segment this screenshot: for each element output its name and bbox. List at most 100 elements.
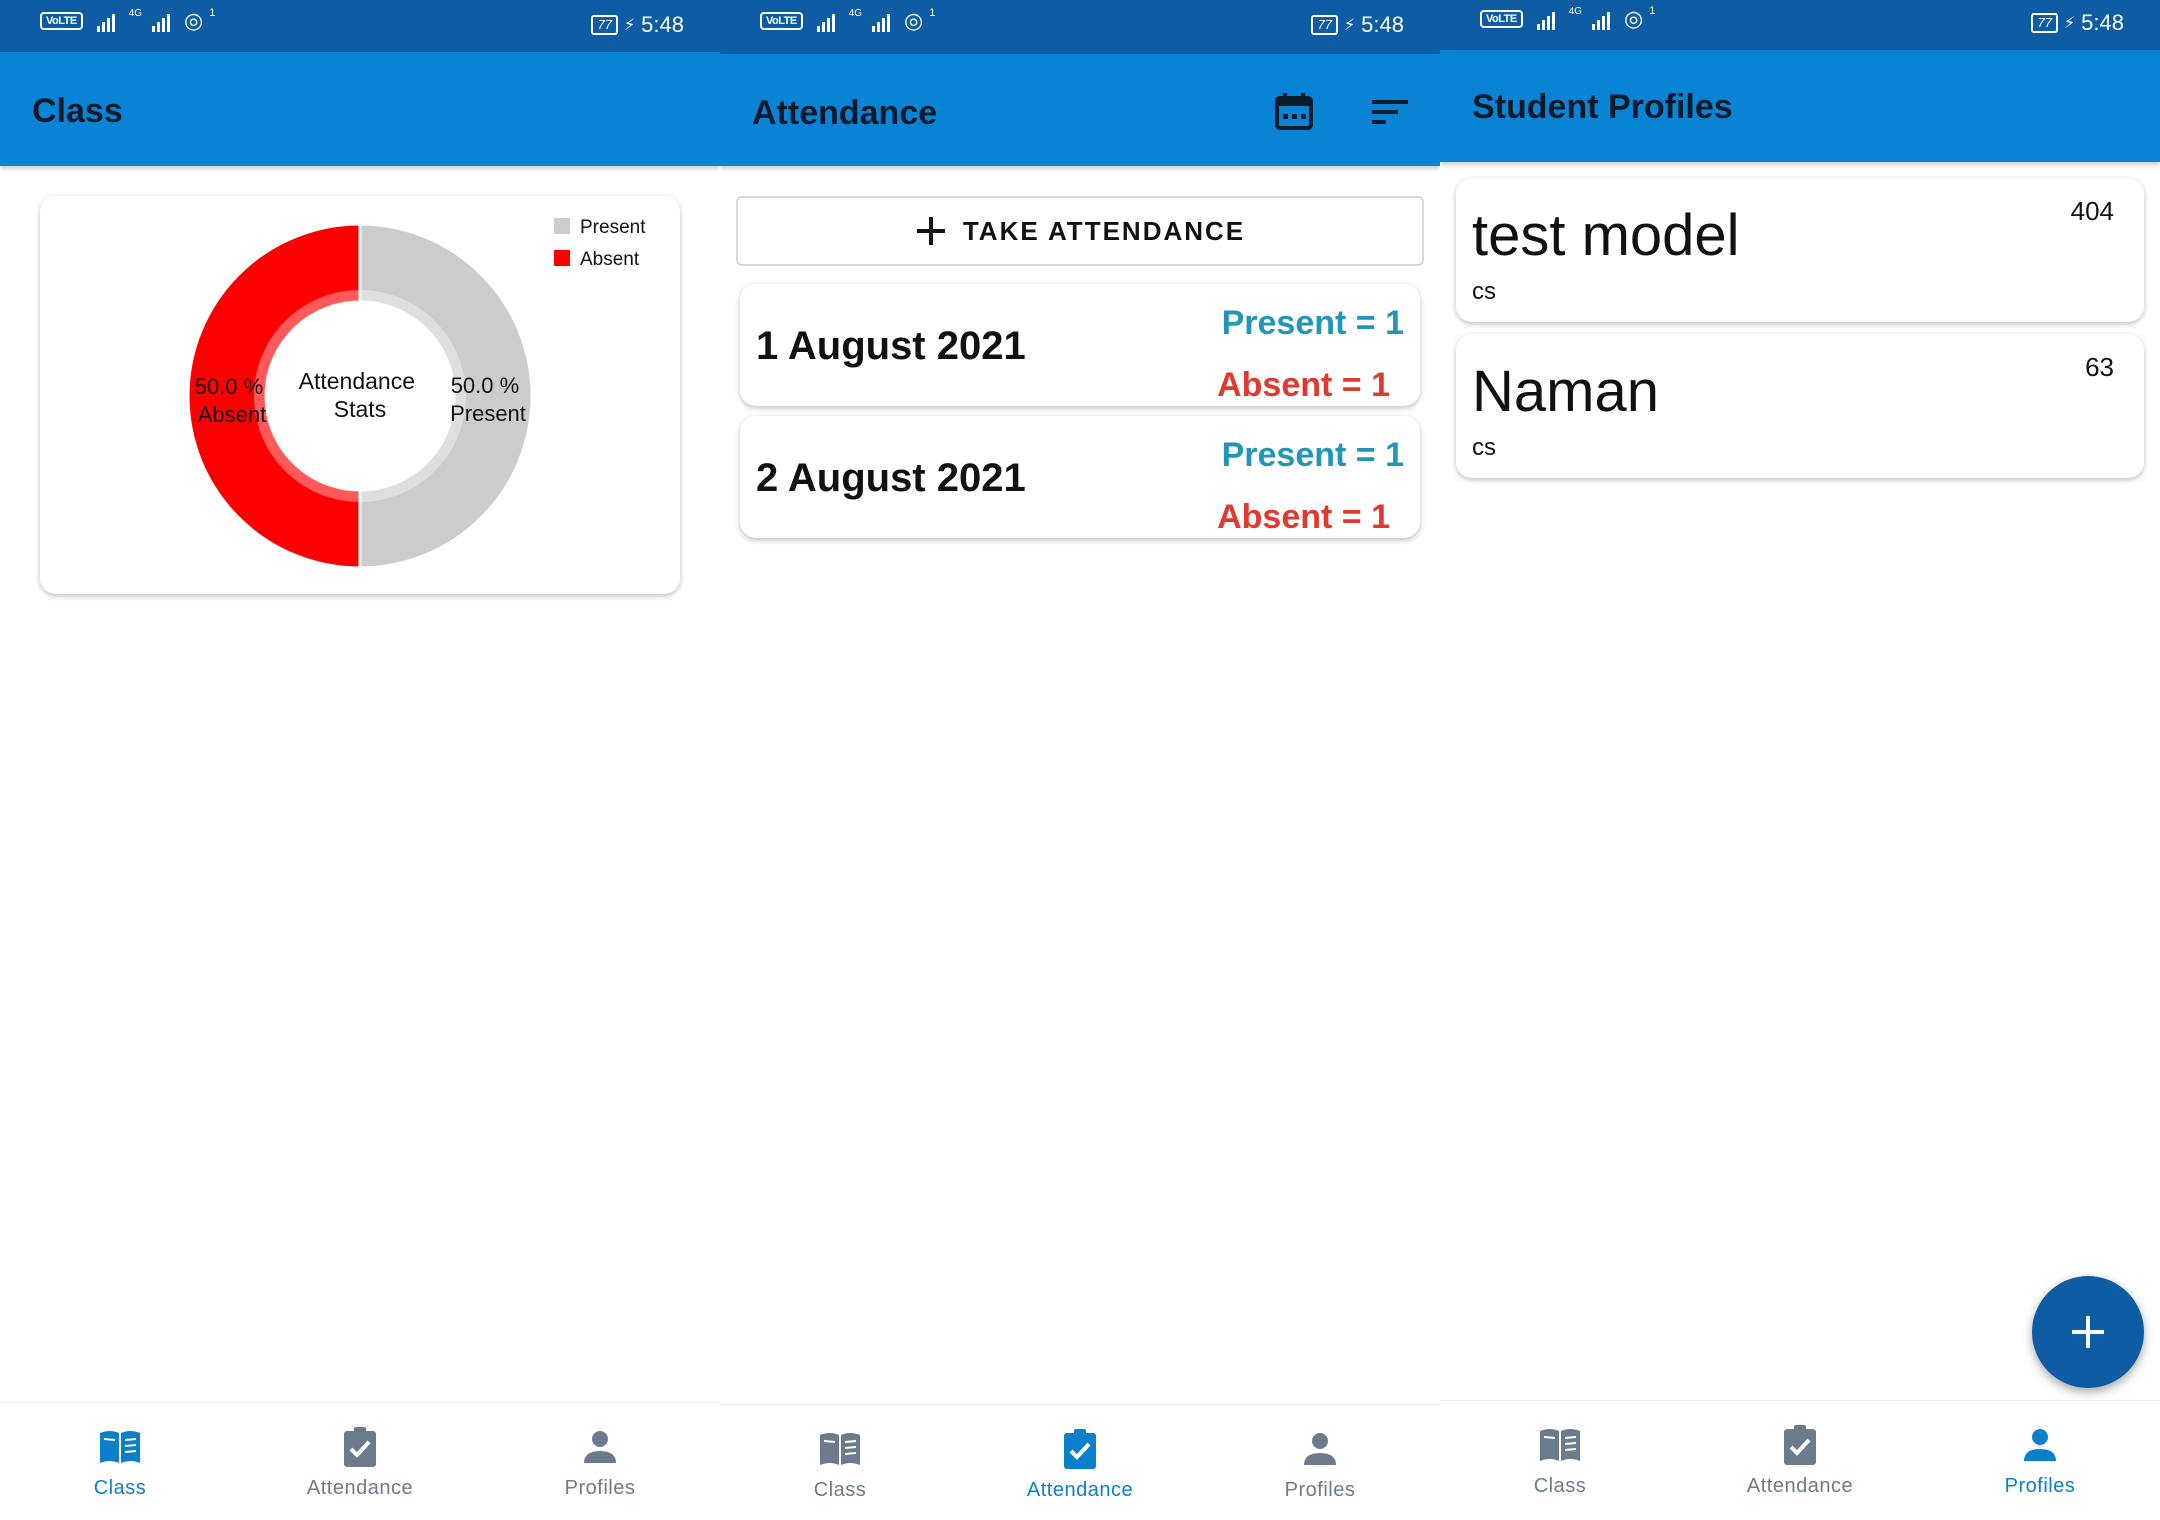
nav-profiles[interactable]: Profiles <box>480 1403 720 1520</box>
student-card[interactable]: test model cs 404 <box>1456 178 2144 322</box>
signal-icon-2 <box>1592 8 1611 30</box>
book-icon <box>100 1431 140 1463</box>
nav-profiles-label: Profiles <box>1284 1479 1356 1501</box>
bottom-navigation: Class Attendance Profiles <box>0 1402 720 1520</box>
page-title: Attendance <box>752 94 938 132</box>
volte-icon: VoLTE <box>40 12 83 30</box>
nav-attendance-label: Attendance <box>1026 1479 1134 1501</box>
nav-class-label: Class <box>1533 1475 1587 1497</box>
student-name: Naman <box>1472 359 1659 424</box>
status-bar: VoLTE 4G ◎ 1 77 ⚡ 5:48 <box>1440 0 2160 50</box>
clipboard-check-icon <box>1784 1425 1816 1465</box>
clock: 5:48 <box>1361 12 1404 37</box>
charging-icon: ⚡ <box>1343 17 1356 34</box>
legend-swatch-absent <box>554 250 570 266</box>
network-type: 4G <box>848 7 863 19</box>
charging-icon: ⚡ <box>2063 15 2076 32</box>
nav-class[interactable]: Class <box>1440 1401 1680 1520</box>
nav-profiles[interactable]: Profiles <box>1200 1405 1440 1520</box>
network-type: 4G <box>128 7 143 19</box>
volte-icon: VoLTE <box>1480 10 1523 28</box>
network-type: 4G <box>1568 5 1583 17</box>
status-bar: VoLTE 4G ◎ 1 77 ⚡ 5:48 <box>0 0 720 52</box>
nav-attendance-label: Attendance <box>1746 1475 1854 1497</box>
student-name: test model <box>1472 203 1740 268</box>
attendance-chart-card: Attendance Stats 50.0 % Present 50.0 % A… <box>40 196 680 594</box>
nav-profiles-label: Profiles <box>564 1477 636 1499</box>
signal-icon <box>816 10 835 32</box>
bottom-navigation: Class Attendance Profiles <box>1440 1400 2160 1520</box>
record-date: 2 August 2021 <box>756 456 1026 500</box>
student-dept: cs <box>1472 434 1496 461</box>
chart-legend: Present Absent <box>554 217 646 270</box>
add-student-button[interactable] <box>2032 1276 2144 1388</box>
signal-icon <box>1536 8 1555 30</box>
nav-class-label: Class <box>93 1477 147 1499</box>
clipboard-check-icon <box>1064 1429 1096 1469</box>
book-icon <box>1540 1429 1580 1461</box>
class-screen: VoLTE 4G ◎ 1 77 ⚡ 5:48 Class Attendance … <box>0 0 720 1520</box>
hotspot-count: 1 <box>929 7 936 19</box>
attendance-record-card[interactable]: 1 August 2021 Present = 1 Absent = 1 <box>740 284 1420 406</box>
profiles-screen: VoLTE 4G ◎ 1 77 ⚡ 5:48 Student Profiles … <box>1440 0 2160 1520</box>
nav-profiles[interactable]: Profiles <box>1920 1401 2160 1520</box>
nav-attendance[interactable]: Attendance <box>240 1403 480 1520</box>
person-icon <box>1304 1433 1336 1465</box>
person-icon <box>2024 1429 2056 1461</box>
student-dept: cs <box>1472 278 1496 305</box>
legend-swatch-present <box>554 218 570 234</box>
nav-class[interactable]: Class <box>720 1405 960 1520</box>
battery-icon: 77 <box>1311 15 1338 35</box>
status-bar: VoLTE 4G ◎ 1 77 ⚡ 5:48 <box>720 0 1440 54</box>
nav-attendance[interactable]: Attendance <box>1680 1401 1920 1520</box>
nav-class[interactable]: Class <box>0 1403 240 1520</box>
take-attendance-label: TAKE ATTENDANCE <box>962 215 1246 246</box>
hotspot-icon: ◎ <box>1624 6 1644 31</box>
hotspot-count: 1 <box>1649 5 1656 17</box>
calendar-icon[interactable] <box>1272 90 1316 134</box>
record-absent: Absent = 1 <box>1217 498 1390 536</box>
take-attendance-button[interactable]: TAKE ATTENDANCE <box>736 196 1424 266</box>
charging-icon: ⚡ <box>623 17 636 34</box>
student-card[interactable]: Naman cs 63 <box>1456 334 2144 478</box>
student-roll: 63 <box>2085 352 2114 382</box>
signal-icon-2 <box>872 10 891 32</box>
hotspot-icon: ◎ <box>904 8 924 33</box>
student-roll: 404 <box>2070 196 2114 226</box>
bottom-navigation: Class Attendance Profiles <box>720 1404 1440 1520</box>
app-bar: Attendance <box>720 54 1440 166</box>
legend-label-present: Present <box>580 217 646 238</box>
sort-icon[interactable] <box>1368 90 1412 134</box>
attendance-pie-chart[interactable]: Attendance Stats 50.0 % Present 50.0 % A… <box>40 196 680 594</box>
plus-icon <box>2072 1316 2104 1348</box>
book-icon <box>820 1433 860 1465</box>
record-present: Present = 1 <box>1221 304 1404 342</box>
chart-center-title-line1: Attendance <box>299 368 415 394</box>
signal-icon <box>96 10 115 32</box>
clock: 5:48 <box>2081 10 2124 35</box>
clock: 5:48 <box>641 12 684 37</box>
nav-class-label: Class <box>813 1479 867 1501</box>
attendance-screen: VoLTE 4G ◎ 1 77 ⚡ 5:48 Attendance TAKE A… <box>720 0 1440 1520</box>
signal-icon-2 <box>152 10 171 32</box>
battery-icon: 77 <box>591 15 618 35</box>
hotspot-icon: ◎ <box>184 8 204 33</box>
page-title: Student Profiles <box>1472 88 1733 126</box>
chart-center-title-line2: Stats <box>334 396 386 422</box>
page-title: Class <box>32 92 123 130</box>
app-bar: Class <box>0 52 720 166</box>
attendance-record-card[interactable]: 2 August 2021 Present = 1 Absent = 1 <box>740 416 1420 538</box>
app-bar: Student Profiles <box>1440 50 2160 162</box>
nav-attendance[interactable]: Attendance <box>960 1405 1200 1520</box>
nav-attendance-label: Attendance <box>306 1477 414 1499</box>
record-absent: Absent = 1 <box>1217 366 1390 404</box>
battery-icon: 77 <box>2031 13 2058 33</box>
hotspot-count: 1 <box>209 7 216 19</box>
plus-icon <box>916 217 945 245</box>
clipboard-check-icon <box>344 1427 376 1467</box>
person-icon <box>584 1431 616 1463</box>
volte-icon: VoLTE <box>760 12 803 30</box>
record-date: 1 August 2021 <box>756 324 1026 368</box>
legend-label-absent: Absent <box>580 249 640 270</box>
record-present: Present = 1 <box>1221 436 1404 474</box>
